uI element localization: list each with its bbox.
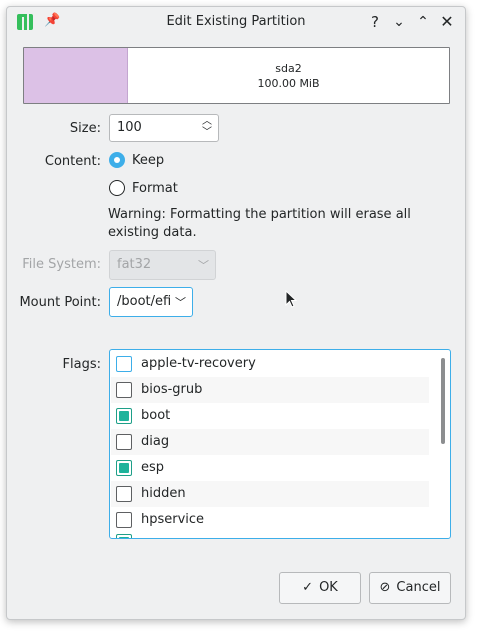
size-label: Size:	[69, 121, 101, 136]
spin-down-icon[interactable]: ﹀	[200, 128, 214, 138]
size-value[interactable]: 100	[117, 120, 142, 135]
flag-label[interactable]: bios-grub	[141, 382, 202, 397]
flag-checkbox[interactable]	[116, 408, 132, 424]
file-system-value: fat32	[117, 257, 152, 272]
check-icon: ✓	[302, 580, 314, 595]
help-icon[interactable]: ?	[365, 12, 385, 32]
flag-label[interactable]: hpservice	[141, 512, 204, 527]
list-item[interactable]: hidden	[111, 481, 429, 507]
maximize-icon[interactable]: ⌃	[413, 12, 433, 32]
ok-button-label: OK	[319, 580, 338, 595]
file-system-combo: fat32 ﹀	[109, 250, 216, 280]
flag-label[interactable]: diag	[141, 434, 169, 449]
flag-checkbox[interactable]	[116, 434, 132, 450]
flag-checkbox[interactable]	[116, 486, 132, 502]
keep-radio-label[interactable]: Keep	[132, 153, 164, 168]
flag-checkbox[interactable]	[116, 460, 132, 476]
keep-radio[interactable]	[109, 152, 125, 168]
flag-label[interactable]: apple-tv-recovery	[141, 356, 256, 371]
flag-checkbox[interactable]	[116, 356, 132, 372]
size-spinbox[interactable]: 100 ︿ ﹀	[109, 114, 219, 142]
chevron-down-icon[interactable]: ﹀	[175, 294, 186, 310]
list-item[interactable]: esp	[111, 455, 429, 481]
cancel-icon: ⊘	[379, 580, 391, 595]
edit-partition-dialog: 📌 Edit Existing Partition ? ⌄ ⌃ ✕ sda2 1…	[6, 6, 466, 620]
list-item[interactable]: bios-grub	[111, 377, 429, 403]
cancel-button[interactable]: ⊘ Cancel	[369, 572, 451, 604]
flag-label[interactable]: hidden	[141, 486, 186, 501]
flag-label[interactable]: boot	[141, 408, 170, 423]
list-item[interactable]: boot	[111, 403, 429, 429]
list-item[interactable]: diag	[111, 429, 429, 455]
file-system-label: File System:	[22, 257, 101, 272]
list-item[interactable]: apple-tv-recovery	[111, 351, 429, 377]
partition-label: sda2 100.00 MiB	[128, 61, 449, 91]
format-radio[interactable]	[109, 180, 125, 196]
mount-point-combo[interactable]: /boot/efi ﹀	[109, 287, 193, 317]
partition-bar: sda2 100.00 MiB	[23, 47, 450, 104]
flag-checkbox[interactable]	[116, 382, 132, 398]
format-radio-label[interactable]: Format	[132, 181, 178, 196]
flag-checkbox[interactable]	[116, 512, 132, 528]
flag-label[interactable]: esp	[141, 460, 164, 475]
ok-button[interactable]: ✓ OK	[279, 572, 361, 604]
mouse-cursor-icon	[285, 290, 298, 308]
minimize-icon[interactable]: ⌄	[389, 12, 409, 32]
list-item[interactable]: hpservice	[111, 507, 429, 533]
mount-point-label: Mount Point:	[19, 295, 101, 310]
flag-checkbox[interactable]	[116, 534, 132, 538]
content-label: Content:	[44, 154, 101, 169]
mount-point-value[interactable]: /boot/efi	[117, 294, 171, 309]
flags-list[interactable]: apple-tv-recovery bios-grub boot diag es…	[109, 349, 451, 539]
title-bar[interactable]: 📌 Edit Existing Partition ? ⌄ ⌃ ✕	[7, 7, 465, 37]
spin-up-icon[interactable]: ︿	[200, 117, 214, 127]
format-warning: Warning: Formatting the partition will e…	[108, 207, 411, 240]
list-item	[111, 533, 429, 538]
close-icon[interactable]: ✕	[437, 12, 457, 32]
partition-size: 100.00 MiB	[257, 77, 320, 90]
partition-used-segment	[24, 48, 128, 103]
partition-name: sda2	[275, 62, 302, 75]
scrollbar[interactable]	[441, 358, 445, 444]
chevron-down-icon: ﹀	[198, 259, 209, 272]
cancel-button-label: Cancel	[396, 580, 441, 595]
flags-label: Flags:	[62, 357, 101, 372]
